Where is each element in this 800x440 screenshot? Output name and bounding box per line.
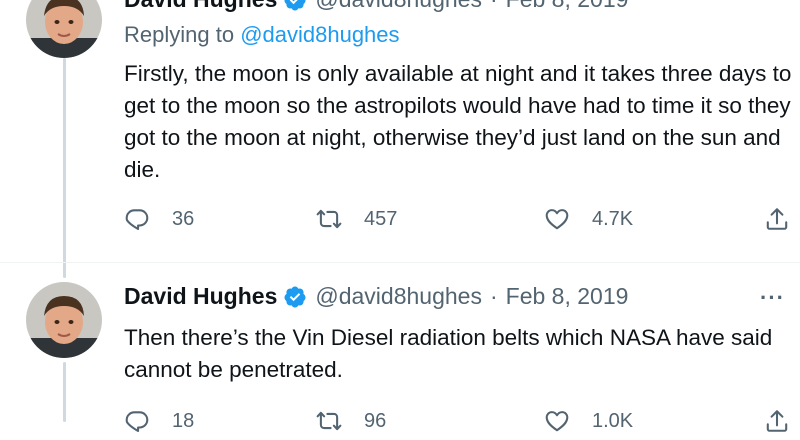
reply-icon [125,411,149,432]
reply-button[interactable]: 36 [124,206,194,232]
tweet-date[interactable]: Feb 8, 2019 [506,283,629,310]
retweet-icon [316,411,342,431]
reply-button[interactable]: 18 [124,408,194,434]
share-button[interactable] [764,206,790,232]
more-icon[interactable]: ··· [760,285,785,311]
like-button[interactable]: 4.7K [544,206,633,232]
share-icon [766,410,788,432]
reply-icon [125,209,149,230]
replying-to-label: Replying to [124,22,241,47]
verified-badge-icon [283,0,307,12]
tweet-text: Then there’s the Vin Diesel radiation be… [124,325,773,382]
tweet-date[interactable]: Feb 8, 2019 [506,0,629,13]
header-separator: · [490,0,498,13]
reply-count: 36 [172,207,195,230]
replying-to-mention[interactable]: @david8hughes [240,22,399,47]
author-handle[interactable]: @david8hughes [315,0,482,13]
heart-icon [545,209,569,230]
retweet-button[interactable]: 96 [316,408,386,434]
retweet-count: 457 [364,207,398,230]
retweet-button[interactable]: 457 [316,206,397,232]
thread-line-bottom [63,362,66,422]
avatar[interactable] [26,0,102,58]
tweet-text: Firstly, the moon is only available at n… [124,61,792,182]
avatar[interactable] [26,282,102,358]
tweet-header: David Hughes @david8hughes · Feb 8, 2019 [124,0,628,13]
retweet-icon [316,209,342,229]
tweet-header: David Hughes @david8hughes · Feb 8, 2019 [124,283,628,310]
replying-to: Replying to @david8hughes [124,22,400,48]
reply-count: 18 [172,409,195,432]
like-count: 1.0K [592,409,634,432]
share-button[interactable] [764,408,790,434]
author-handle[interactable]: @david8hughes [315,283,482,310]
like-count: 4.7K [592,207,634,230]
tweet-divider [0,262,800,263]
like-button[interactable]: 1.0K [544,408,633,434]
author-name[interactable]: David Hughes [124,283,277,310]
header-separator: · [489,283,498,309]
verified-badge-icon [283,285,307,309]
tweet-actions: 18 96 1.0K [124,408,796,440]
heart-icon [545,411,569,432]
retweet-count: 96 [364,409,387,432]
tweet-actions: 36 457 4.7K [124,206,796,238]
thread-line-top [63,58,66,278]
author-name[interactable]: David Hughes [124,0,277,13]
share-icon [766,208,788,230]
